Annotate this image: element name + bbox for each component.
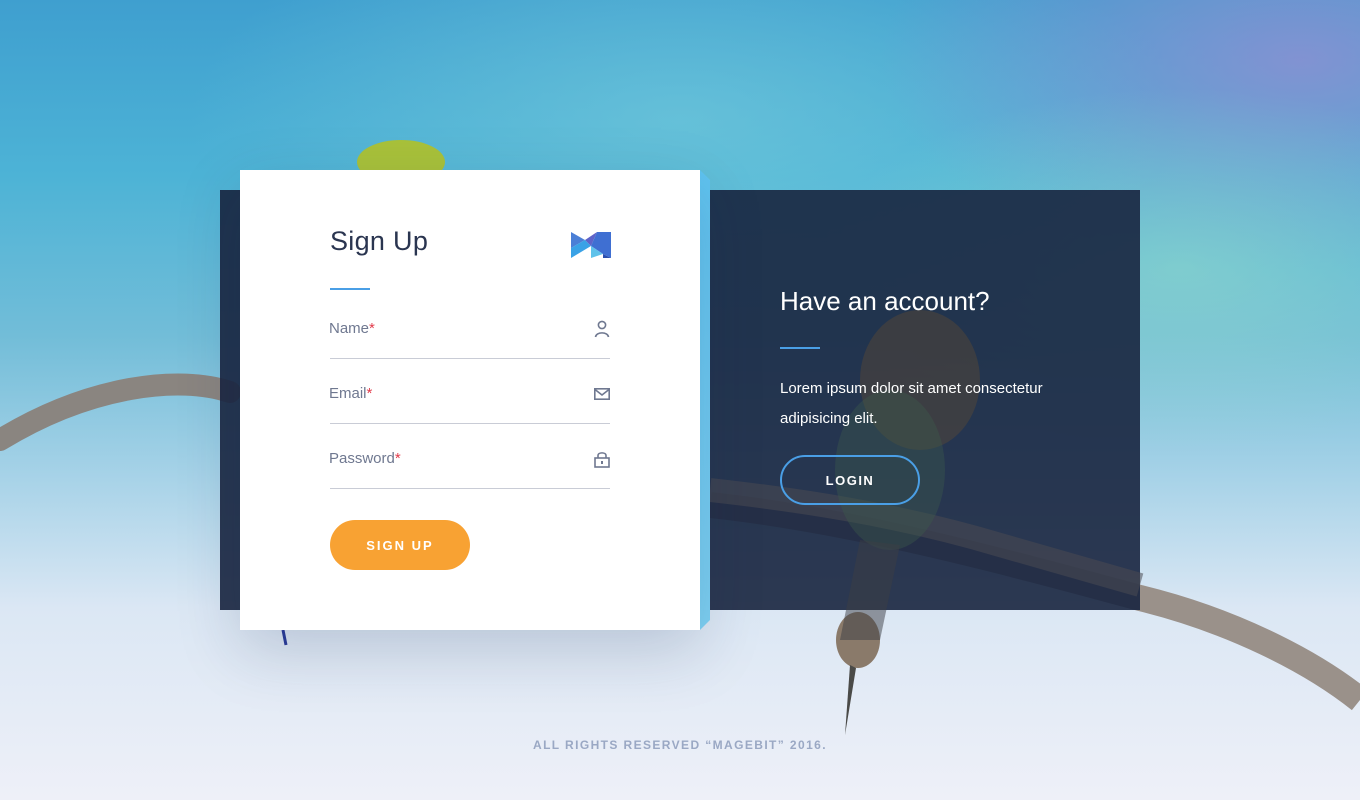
password-field[interactable]: Password* <box>329 437 610 489</box>
bird-tail <box>836 612 880 668</box>
signup-card: Sign Up Name* Email* Password* SIGN UP <box>240 170 700 630</box>
name-field[interactable]: Name* <box>329 307 610 359</box>
name-label: Name* <box>329 320 375 337</box>
signup-title: Sign Up <box>330 226 429 256</box>
title-underline <box>330 288 370 290</box>
required-mark: * <box>369 320 375 337</box>
password-label: Password* <box>329 450 401 467</box>
have-account-title: Have an account? <box>780 286 990 316</box>
signup-button[interactable]: SIGN UP <box>330 520 470 570</box>
bird-left-foot <box>281 629 288 646</box>
email-label: Email* <box>329 385 373 402</box>
panel-description: Lorem ipsum dolor sit amet consectetur a… <box>780 380 1043 427</box>
required-mark: * <box>394 450 401 467</box>
branch-left <box>0 373 241 451</box>
footer-copyright: ALL RIGHTS RESERVED “MAGEBIT” 2016. <box>533 738 827 752</box>
lock-icon <box>594 452 610 468</box>
login-button[interactable]: LOGIN <box>780 455 920 505</box>
accent-strip <box>700 170 710 630</box>
user-icon <box>594 320 610 338</box>
required-mark: * <box>366 385 373 402</box>
magebit-logo <box>571 232 611 258</box>
bird-tail-tip <box>845 665 856 735</box>
envelope-icon <box>594 387 610 400</box>
email-field[interactable]: Email* <box>329 372 610 424</box>
panel-title-underline <box>780 347 820 349</box>
